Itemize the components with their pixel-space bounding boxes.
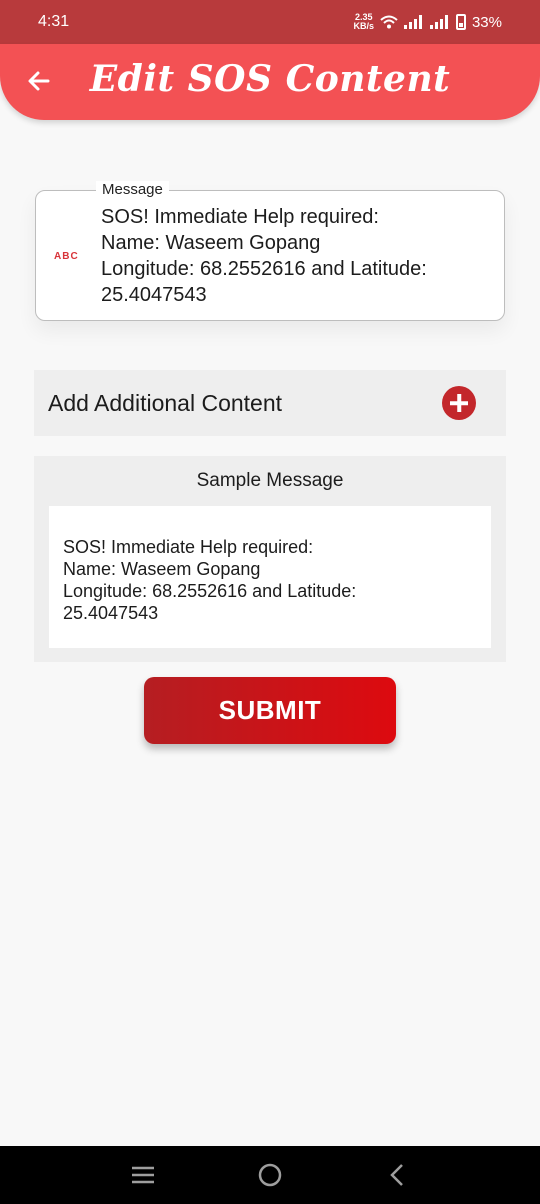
app-header: Edit SOS Content — [0, 44, 540, 120]
status-time: 4:31 — [38, 13, 70, 30]
network-speed: 2.35 KB/s — [353, 13, 374, 31]
sample-message-title: Sample Message — [196, 470, 344, 491]
sample-message-card: Sample Message SOS! Immediate Help requi… — [34, 456, 506, 662]
abc-text-icon: ABC — [54, 251, 79, 262]
chevron-left-icon — [389, 1164, 403, 1186]
status-icons: 2.35 KB/s 33% — [353, 13, 502, 31]
circle-home-icon — [258, 1163, 282, 1187]
message-input[interactable]: Message ABC SOS! Immediate Help required… — [35, 181, 505, 321]
add-additional-content-row[interactable]: Add Additional Content — [34, 370, 506, 436]
wifi-icon — [380, 15, 398, 29]
sample-message-body: SOS! Immediate Help required: Name: Wase… — [49, 506, 491, 648]
menu-lines-icon — [132, 1166, 155, 1184]
add-circle-icon[interactable] — [442, 386, 476, 420]
status-bar: 4:31 2.35 KB/s 33% — [0, 0, 540, 44]
sample-message-text: SOS! Immediate Help required: Name: Wase… — [63, 537, 357, 623]
home-button[interactable] — [250, 1155, 290, 1195]
signal-icon-2 — [429, 15, 450, 29]
battery-icon — [455, 14, 466, 30]
system-nav-bar — [0, 1146, 540, 1204]
message-label: Message — [96, 181, 169, 198]
battery-level: 33% — [471, 13, 502, 31]
submit-button[interactable]: SUBMIT — [144, 677, 396, 744]
recents-button[interactable] — [123, 1155, 163, 1195]
signal-icon — [403, 15, 424, 29]
network-speed-unit: KB/s — [353, 21, 374, 31]
add-additional-content-label: Add Additional Content — [48, 389, 283, 416]
message-value[interactable]: SOS! Immediate Help required: Name: Wase… — [101, 204, 491, 308]
nav-back-button[interactable] — [377, 1155, 417, 1195]
page-title: Edit SOS Content — [89, 58, 451, 100]
